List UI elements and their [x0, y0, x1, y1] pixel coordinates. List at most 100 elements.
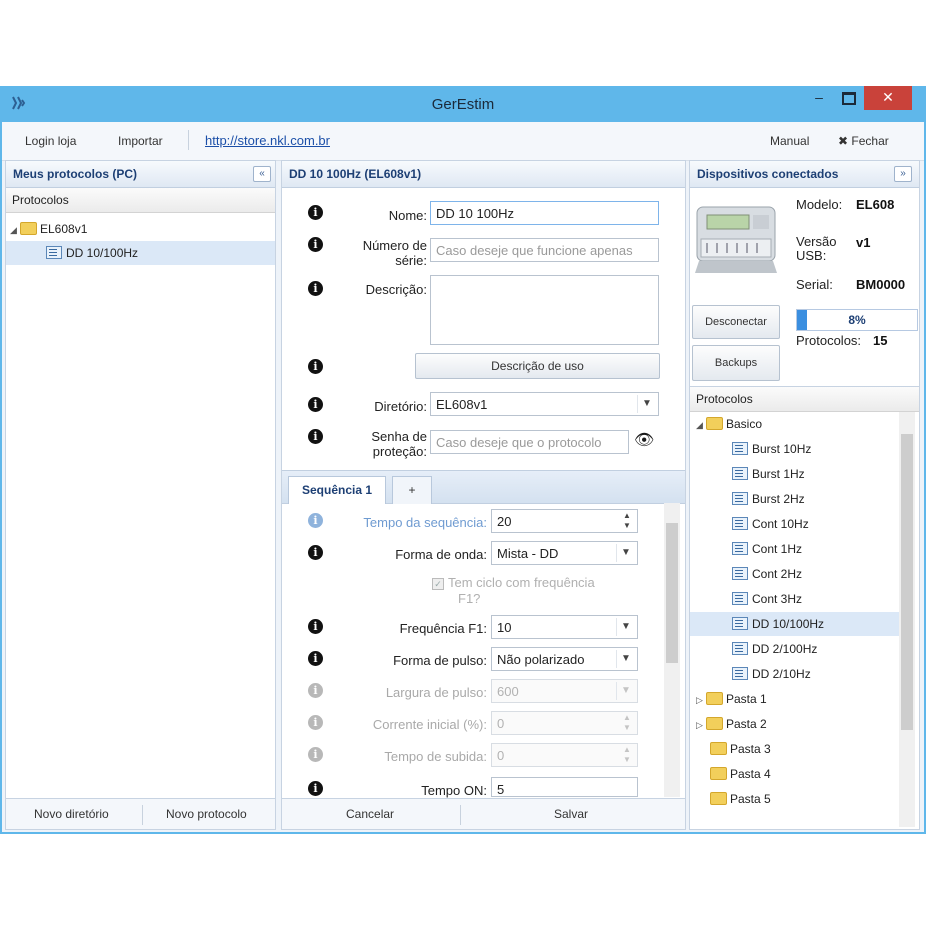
info-icon[interactable]: i — [308, 651, 323, 666]
collapse-right-button[interactable]: » — [894, 166, 912, 182]
device-tree-item[interactable]: Burst 2Hz — [690, 487, 900, 511]
close-app-button[interactable]: ✖ Fechar — [838, 134, 889, 148]
tab-sequence-1[interactable]: Sequência 1 — [288, 476, 386, 504]
folder-icon — [20, 222, 37, 236]
password-input[interactable]: Caso deseje que o protocolo — [430, 430, 629, 454]
tree-collapsed-icon[interactable]: ▷ — [696, 688, 706, 712]
device-tree-item[interactable]: Cont 10Hz — [690, 512, 900, 536]
device-tree-item[interactable]: Cont 2Hz — [690, 562, 900, 586]
waveform-select[interactable]: Mista - DD ▼ — [491, 541, 638, 565]
sequence-scrollbar[interactable] — [664, 503, 680, 797]
sequence-duration-input[interactable]: 20 ▲ ▼ — [491, 509, 638, 533]
show-password-eye-icon[interactable]: 👁 — [634, 430, 654, 450]
spinner-icon[interactable]: ▲ ▼ — [618, 511, 636, 531]
cancel-button[interactable]: Cancelar — [346, 807, 394, 821]
close-app-label: Fechar — [851, 134, 889, 148]
dropdown-arrow-icon[interactable]: ▼ — [616, 650, 635, 668]
tree-item-dd-10-100hz[interactable]: DD 10/100Hz — [6, 241, 275, 265]
device-tree-item-label: DD 2/10Hz — [752, 667, 811, 681]
on-time-input[interactable]: 5 — [491, 777, 638, 797]
disconnect-button[interactable]: Desconectar — [692, 305, 780, 339]
transfer-progress-bar: 8% — [796, 309, 918, 331]
title-bar[interactable]: GerEstim – ✕ — [0, 86, 926, 122]
collapse-left-button[interactable]: « — [253, 166, 271, 182]
new-directory-button[interactable]: Novo diretório — [34, 807, 109, 821]
scrollbar-thumb[interactable] — [901, 434, 913, 730]
footer-divider — [460, 805, 461, 825]
checkbox-checked-icon[interactable]: ✓ — [432, 577, 444, 590]
device-tree-item[interactable]: Burst 10Hz — [690, 437, 900, 461]
info-icon[interactable]: i — [308, 619, 323, 634]
protocol-icon — [732, 567, 748, 581]
spin-up-icon[interactable]: ▲ — [623, 511, 631, 520]
info-icon[interactable]: i — [308, 683, 323, 698]
dropdown-arrow-icon[interactable]: ▼ — [616, 618, 635, 636]
device-tree-item[interactable]: Pasta 4 — [690, 762, 900, 786]
manual-button[interactable]: Manual — [770, 134, 809, 148]
info-icon[interactable]: i — [308, 781, 323, 796]
frequency-f1-select[interactable]: 10 ▼ — [491, 615, 638, 639]
pulse-shape-select[interactable]: Não polarizado ▼ — [491, 647, 638, 671]
device-tree-item[interactable]: Pasta 3 — [690, 737, 900, 761]
device-tree-scrollbar[interactable] — [899, 412, 915, 827]
description-textarea[interactable] — [430, 275, 659, 345]
tree-expanded-icon[interactable]: ◢ — [10, 218, 20, 242]
usb-version-label: Versão USB: — [796, 235, 836, 263]
info-icon[interactable]: i — [308, 205, 323, 220]
info-icon[interactable]: i — [308, 513, 323, 528]
close-window-button[interactable]: ✕ — [864, 86, 912, 110]
store-link[interactable]: http://store.nkl.com.br — [205, 133, 330, 148]
dropdown-arrow-icon: ▼ — [616, 682, 635, 700]
description-label: Descrição: — [365, 282, 427, 297]
spin-down-icon[interactable]: ▼ — [623, 521, 631, 530]
info-icon[interactable]: i — [308, 545, 323, 560]
login-store-button[interactable]: Login loja — [25, 134, 76, 148]
device-tree-item[interactable]: DD 2/100Hz — [690, 637, 900, 661]
usage-description-button[interactable]: Descrição de uso — [415, 353, 660, 379]
device-tree-item[interactable]: DD 10/100Hz — [690, 612, 900, 636]
rise-time-value: 0 — [497, 748, 505, 763]
tree-collapsed-icon[interactable]: ▷ — [696, 713, 706, 737]
info-icon[interactable]: i — [308, 359, 323, 374]
info-icon[interactable]: i — [308, 237, 323, 252]
serial-number-input[interactable]: Caso deseje que funcione apenas — [430, 238, 659, 262]
import-button[interactable]: Importar — [118, 134, 163, 148]
progress-text: 8% — [848, 313, 866, 327]
protocol-icon — [732, 542, 748, 556]
directory-select[interactable]: EL608v1 ▼ — [430, 392, 659, 416]
tree-expanded-icon[interactable]: ◢ — [696, 413, 706, 437]
device-tree-item[interactable]: Cont 1Hz — [690, 537, 900, 561]
device-tree-item[interactable]: Cont 3Hz — [690, 587, 900, 611]
add-sequence-tab[interactable]: + — [392, 476, 432, 504]
f1-cycle-checkbox[interactable]: ✓ Tem ciclo com frequência F1? — [432, 575, 632, 607]
info-icon[interactable]: i — [308, 747, 323, 762]
connected-devices-title: Dispositivos conectados — [697, 167, 839, 181]
device-tree-item[interactable]: ▷ Pasta 2 — [690, 712, 900, 736]
dropdown-arrow-icon[interactable]: ▼ — [637, 395, 656, 413]
device-tree-item[interactable]: ▷ Pasta 1 — [690, 687, 900, 711]
dropdown-arrow-icon[interactable]: ▼ — [616, 544, 635, 562]
info-icon[interactable]: i — [308, 429, 323, 444]
device-tree-item[interactable]: Burst 1Hz — [690, 462, 900, 486]
save-button[interactable]: Salvar — [554, 807, 588, 821]
minimize-button[interactable]: – — [804, 86, 834, 110]
backups-button[interactable]: Backups — [692, 345, 780, 381]
maximize-button[interactable] — [836, 86, 862, 110]
device-tree-item-label: Burst 10Hz — [752, 442, 812, 456]
device-tree-item[interactable]: DD 2/10Hz — [690, 662, 900, 686]
info-icon[interactable]: i — [308, 715, 323, 730]
new-protocol-button[interactable]: Novo protocolo — [166, 807, 247, 821]
on-time-label: Tempo ON: — [421, 783, 487, 798]
device-tree-item[interactable]: ◢ Basico — [690, 412, 900, 436]
scrollbar-thumb[interactable] — [666, 523, 678, 663]
double-chevron-right-icon: » — [900, 168, 906, 179]
info-icon[interactable]: i — [308, 281, 323, 296]
tree-item-el608v1[interactable]: ◢ EL608v1 — [6, 217, 275, 241]
name-input[interactable]: DD 10 100Hz — [430, 201, 659, 225]
device-tree-item[interactable]: Pasta 5 — [690, 787, 900, 811]
info-icon[interactable]: i — [308, 397, 323, 412]
spin-up-icon: ▲ — [623, 745, 631, 754]
window-title: GerEstim — [431, 96, 495, 113]
spin-down-icon: ▼ — [623, 755, 631, 764]
protocol-icon — [732, 667, 748, 681]
